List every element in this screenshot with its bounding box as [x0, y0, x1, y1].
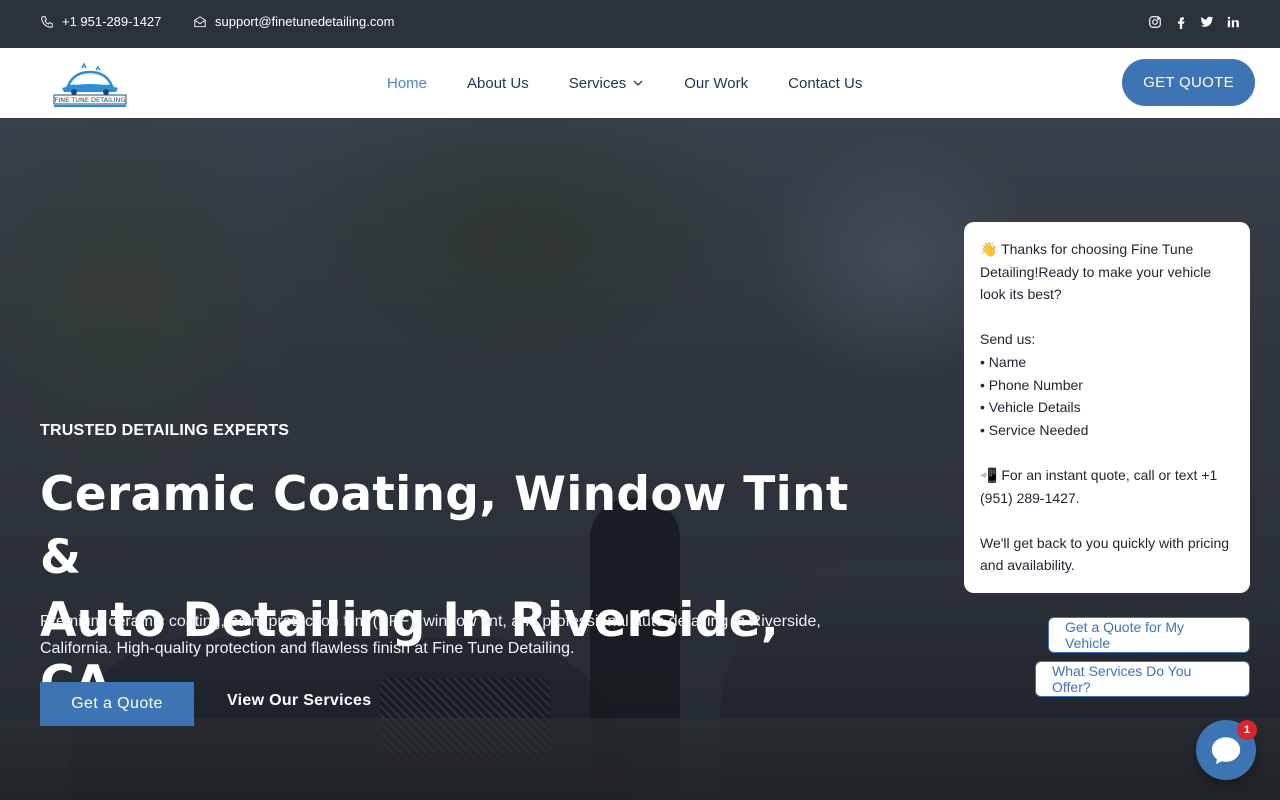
facebook-icon[interactable] [1174, 14, 1188, 30]
get-a-quote-button[interactable]: Get a Quote [40, 682, 194, 726]
phone-icon [41, 15, 53, 28]
envelope-icon [194, 15, 206, 27]
logo-text: FINE TUNE DETAILING [55, 96, 126, 104]
linkedin-icon[interactable] [1226, 14, 1240, 30]
social-links [1148, 14, 1240, 30]
quick-reply-get-quote[interactable]: Get a Quote for My Vehicle [1048, 617, 1250, 653]
email-address[interactable]: support@finetunedetailing.com [215, 14, 394, 29]
nav-item-home[interactable]: Home [387, 75, 427, 92]
email-contact[interactable]: support@finetunedetailing.com [193, 14, 394, 29]
phone-contact[interactable]: +1 951-289-1427 [40, 14, 161, 29]
nav-item-our-work[interactable]: Our Work [684, 75, 748, 92]
hero-headline-line1: Ceramic Coating, Window Tint & [40, 467, 849, 585]
chat-message-bubble: 👋 Thanks for choosing Fine Tune Detailin… [964, 222, 1250, 593]
nav-label-about: About Us [467, 74, 529, 92]
chat-message-text: 👋 Thanks for choosing Fine Tune Detailin… [980, 241, 1230, 574]
nav-label-services: Services [568, 74, 627, 92]
get-quote-button[interactable]: GET QUOTE [1122, 59, 1255, 106]
nav-label-home: Home [387, 74, 428, 92]
hero-subtext: Premium ceramic coating, paint protectio… [40, 613, 821, 657]
hero-eyebrow: TRUSTED DETAILING EXPERTS [40, 422, 290, 439]
instagram-icon[interactable] [1148, 14, 1162, 30]
nav-menu: Home About Us Services Our Work Contact … [387, 48, 862, 118]
main-navigation: FINE TUNE DETAILING Home About Us Servic… [0, 48, 1280, 118]
nav-label-our-work: Our Work [684, 74, 749, 92]
view-services-link[interactable]: View Our Services [227, 692, 371, 710]
site-logo[interactable]: FINE TUNE DETAILING [52, 58, 128, 110]
twitter-icon[interactable] [1200, 14, 1214, 30]
nav-label-contact: Contact Us [788, 74, 863, 92]
quick-reply-services[interactable]: What Services Do You Offer? [1035, 661, 1250, 697]
unread-count-badge: 1 [1237, 720, 1257, 740]
nav-item-about[interactable]: About Us [467, 75, 529, 92]
hero-headline: Ceramic Coating, Window Tint & Auto Deta… [40, 463, 860, 715]
nav-item-services[interactable]: Services [569, 75, 645, 92]
top-contact-bar: +1 951-289-1427 support@finetunedetailin… [0, 0, 1280, 48]
chevron-down-icon [633, 80, 643, 86]
chat-bubble-icon [1211, 737, 1241, 765]
phone-number[interactable]: +1 951-289-1427 [62, 14, 161, 29]
nav-item-contact[interactable]: Contact Us [788, 75, 862, 92]
